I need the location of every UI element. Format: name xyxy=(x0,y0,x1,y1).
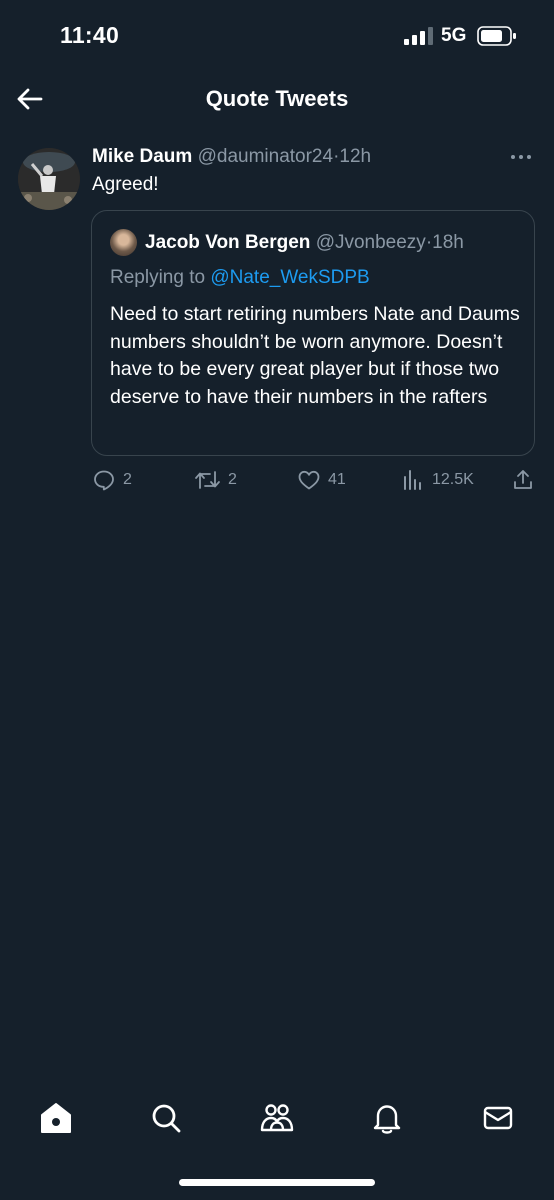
author-handle[interactable]: @dauminator24 xyxy=(198,146,333,167)
quoted-tweet-text: Need to start retiring numbers Nate and … xyxy=(110,303,520,408)
share-button[interactable] xyxy=(511,465,535,495)
nav-home[interactable] xyxy=(36,1098,76,1138)
reply-icon xyxy=(94,470,114,491)
communities-icon xyxy=(260,1104,294,1132)
replying-to-line: Replying to @Nate_WekSDPB xyxy=(110,267,370,289)
quoted-avatar xyxy=(110,229,137,256)
battery-icon xyxy=(477,26,516,46)
author-name[interactable]: Mike Daum xyxy=(92,146,192,167)
quoted-author-handle: @Jvonbeezy xyxy=(315,232,426,253)
nav-communities[interactable] xyxy=(257,1098,297,1138)
views-button[interactable]: 12.5K xyxy=(401,465,474,495)
retweet-button[interactable]: 2 xyxy=(194,465,237,495)
like-count: 41 xyxy=(328,471,346,488)
envelope-icon xyxy=(483,1106,513,1130)
heart-icon xyxy=(298,470,320,490)
avatar[interactable] xyxy=(18,148,80,210)
quoted-author-name: Jacob Von Bergen xyxy=(145,232,311,253)
like-button[interactable]: 41 xyxy=(297,465,346,495)
quoted-tweet-header: Jacob Von Bergen @Jvonbeezy·18h xyxy=(145,232,464,254)
status-time: 11:40 xyxy=(60,22,120,48)
status-bar: 11:40 5G xyxy=(0,0,554,70)
views-chart-icon xyxy=(404,470,421,490)
view-count: 12.5K xyxy=(432,471,474,488)
more-options-icon[interactable] xyxy=(508,144,534,170)
reply-count: 2 xyxy=(123,471,132,488)
quoted-tweet-time: 18h xyxy=(432,232,464,253)
header: Quote Tweets xyxy=(0,72,554,126)
share-icon xyxy=(514,470,532,489)
tweet-actions: 2 2 41 12.5K xyxy=(0,465,554,495)
network-type: 5G xyxy=(441,25,467,46)
tweet-text: Agreed! xyxy=(92,174,159,195)
avatar-image xyxy=(18,148,80,210)
home-indicator[interactable] xyxy=(179,1179,375,1186)
page-title: Quote Tweets xyxy=(205,86,349,111)
quoted-tweet-card[interactable]: Jacob Von Bergen @Jvonbeezy·18h Replying… xyxy=(91,210,535,456)
home-icon xyxy=(41,1103,71,1133)
nav-notifications[interactable] xyxy=(367,1098,407,1138)
retweet-count: 2 xyxy=(228,471,237,488)
signal-strength-icon xyxy=(404,27,433,45)
tweet-header: Mike Daum @dauminator24·12h xyxy=(92,146,371,168)
nav-messages[interactable] xyxy=(478,1098,518,1138)
tweet-time: 12h xyxy=(339,146,372,167)
search-icon xyxy=(152,1104,181,1133)
reply-button[interactable]: 2 xyxy=(92,465,132,495)
nav-search[interactable] xyxy=(146,1098,186,1138)
quote-tweet[interactable]: Mike Daum @dauminator24·12h Agreed! Jaco… xyxy=(0,140,554,510)
replying-to-link[interactable]: @Nate_WekSDPB xyxy=(210,267,369,288)
bell-icon xyxy=(373,1105,401,1134)
bottom-navigation xyxy=(0,1090,554,1150)
replying-to-prefix: Replying to xyxy=(110,267,211,288)
retweet-icon xyxy=(195,471,220,489)
